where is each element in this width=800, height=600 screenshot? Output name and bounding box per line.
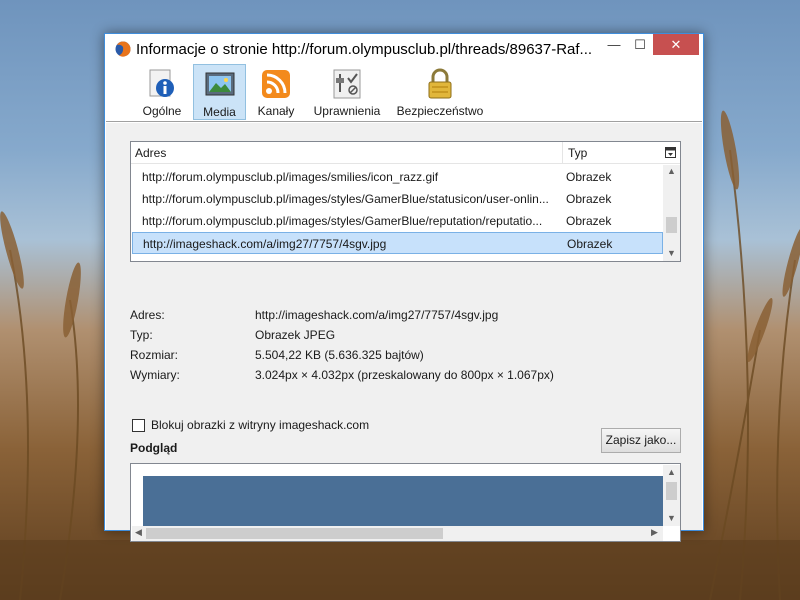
address-label: Adres: xyxy=(130,308,165,322)
preview-heading: Podgląd xyxy=(130,441,178,455)
close-button[interactable]: ✕ xyxy=(653,34,699,55)
scroll-right-icon[interactable]: ▶ xyxy=(651,527,658,538)
dimensions-value: 3.024px × 4.032px (przeskalowany do 800p… xyxy=(255,368,554,382)
rss-icon xyxy=(262,70,290,98)
scroll-down-icon[interactable]: ▼ xyxy=(667,513,676,523)
size-value: 5.504,22 KB (5.636.325 bajtów) xyxy=(255,348,424,362)
media-row-type: Obrazek xyxy=(566,170,612,184)
firefox-icon xyxy=(115,41,131,57)
column-separator[interactable] xyxy=(562,142,563,164)
media-row[interactable]: http://forum.olympusclub.pl/images/smili… xyxy=(132,166,663,188)
preview-horizontal-scrollbar[interactable]: ◀ ▶ xyxy=(132,526,663,541)
dimensions-label: Wymiary: xyxy=(130,368,180,382)
scroll-thumb[interactable] xyxy=(666,482,677,500)
column-address-header[interactable]: Adres xyxy=(135,146,166,160)
scroll-left-icon[interactable]: ◀ xyxy=(135,527,142,538)
media-list-header: Adres Typ xyxy=(131,142,680,164)
scroll-thumb[interactable] xyxy=(146,528,443,539)
lock-icon xyxy=(428,68,452,99)
maximize-button[interactable]: ☐ xyxy=(627,34,653,55)
media-list[interactable]: Adres Typ http://forum.olympusclub.pl/im… xyxy=(130,141,681,262)
block-images-label[interactable]: Blokuj obrazki z witryny imageshack.com xyxy=(151,418,369,432)
media-row-address: http://forum.olympusclub.pl/images/style… xyxy=(142,192,549,206)
scroll-up-icon[interactable]: ▲ xyxy=(667,166,676,176)
media-row-type: Obrazek xyxy=(566,214,612,228)
media-row[interactable]: http://forum.olympusclub.pl/images/style… xyxy=(132,188,663,210)
save-as-button[interactable]: Zapisz jako... xyxy=(601,428,681,453)
media-panel: Adres Typ http://forum.olympusclub.pl/im… xyxy=(106,123,702,542)
media-icon xyxy=(205,72,235,96)
preview-pane[interactable]: ▲ ▼ ◀ ▶ xyxy=(130,463,681,542)
preview-vertical-scrollbar[interactable]: ▲ ▼ xyxy=(663,465,680,526)
type-label: Typ: xyxy=(130,328,153,342)
page-info-dialog: Informacje o stronie http://forum.olympu… xyxy=(104,33,704,542)
title-bar[interactable]: Informacje o stronie http://forum.olympu… xyxy=(105,34,703,64)
size-label: Rozmiar: xyxy=(130,348,179,362)
tab-media[interactable]: Media xyxy=(193,64,246,120)
scroll-thumb[interactable] xyxy=(666,217,677,233)
media-row-address: http://forum.olympusclub.pl/images/smili… xyxy=(142,170,439,184)
window-title: Informacje o stronie http://forum.olympu… xyxy=(136,41,593,58)
minimize-button[interactable]: — xyxy=(601,34,627,55)
address-value: http://imageshack.com/a/img27/7757/4sgv.… xyxy=(255,308,499,322)
media-row-address: http://imageshack.com/a/img27/7757/4sgv.… xyxy=(143,237,387,251)
tab-general[interactable]: Ogólne xyxy=(133,64,191,120)
type-value: Obrazek JPEG xyxy=(255,328,336,342)
preview-image xyxy=(143,476,663,526)
tab-feeds-label: Kanały xyxy=(257,104,295,118)
column-picker-icon[interactable] xyxy=(665,147,676,158)
media-list-scrollbar[interactable]: ▲ ▼ xyxy=(663,165,680,261)
tab-media-label: Media xyxy=(203,105,236,119)
tab-security[interactable]: Bezpieczeństwo xyxy=(396,64,484,120)
column-type-header[interactable]: Typ xyxy=(568,146,587,160)
media-row[interactable]: http://forum.olympusclub.pl/images/style… xyxy=(132,210,663,232)
media-row-type: Obrazek xyxy=(566,192,612,206)
media-row-address: http://forum.olympusclub.pl/images/style… xyxy=(142,214,543,228)
tab-permissions-label: Uprawnienia xyxy=(313,104,381,118)
media-row-selected[interactable]: http://imageshack.com/a/img27/7757/4sgv.… xyxy=(132,232,663,254)
block-images-checkbox[interactable] xyxy=(132,419,145,432)
tab-general-label: Ogólne xyxy=(142,104,182,118)
tab-toolbar: Ogólne Media Kanały Uprawnienia Bezpiecz… xyxy=(106,64,702,122)
media-row-type: Obrazek xyxy=(567,237,613,251)
tab-feeds[interactable]: Kanały xyxy=(248,64,304,120)
info-icon xyxy=(149,69,174,97)
tab-permissions[interactable]: Uprawnienia xyxy=(309,64,385,120)
scroll-down-icon[interactable]: ▼ xyxy=(667,248,676,258)
scroll-up-icon[interactable]: ▲ xyxy=(667,467,676,477)
tab-security-label: Bezpieczeństwo xyxy=(396,104,484,118)
permissions-icon xyxy=(333,69,361,99)
